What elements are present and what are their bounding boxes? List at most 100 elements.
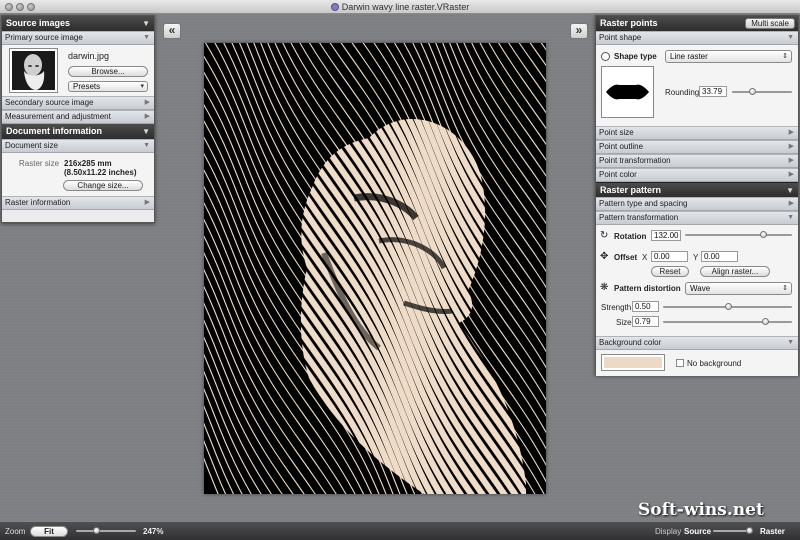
right-panel: Raster points Multi scale Point shape ▼ S… (595, 15, 799, 376)
browse-button[interactable]: Browse... (68, 66, 148, 77)
source-thumbnail[interactable] (9, 48, 58, 93)
rotation-slider-knob[interactable] (760, 231, 768, 238)
status-bar: Zoom Fit 247% Display Source Raster (0, 522, 800, 540)
background-color-swatch[interactable] (601, 354, 665, 371)
size-field[interactable]: 0.79 (632, 316, 659, 327)
raster-image (204, 43, 546, 494)
raster-pattern-header[interactable]: Raster pattern ▼ (596, 182, 798, 197)
rounding-slider[interactable] (732, 88, 792, 95)
rotation-icon: ↻ (600, 230, 609, 241)
pattern-transformation-section[interactable]: Pattern transformation ▼ (596, 211, 798, 225)
offset-x-label: X (642, 253, 648, 262)
expand-arrow-icon: ▼ (786, 186, 794, 195)
background-color-section[interactable]: Background color ▼ (596, 336, 798, 350)
reset-button[interactable]: Reset (651, 266, 689, 277)
strength-field[interactable]: 0.50 (632, 301, 659, 312)
shape-type-label: Shape type (614, 52, 657, 61)
offset-y-label: Y (693, 253, 699, 262)
raster-information-section[interactable]: Raster information ▶ (2, 196, 154, 210)
point-size-section[interactable]: Point size ▶ (596, 126, 798, 140)
portrait-thumbnail-image (12, 51, 55, 90)
size-label: Size (616, 318, 632, 327)
offset-y-field[interactable]: 0.00 (701, 251, 738, 262)
window-title: Darwin wavy line raster.VRaster (0, 2, 800, 12)
multi-scale-button[interactable]: Multi scale (745, 18, 795, 29)
rotation-slider[interactable] (685, 231, 792, 238)
rounding-label: Rounding (665, 88, 700, 97)
collapse-left-panel-button[interactable]: « (163, 23, 181, 39)
left-panel: Source images ▼ Primary source image ▼ dar… (1, 15, 155, 223)
zoom-slider-knob[interactable] (92, 527, 100, 534)
background-color-fill (604, 357, 662, 368)
display-source-label[interactable]: Source (684, 527, 711, 536)
source-file-name: darwin.jpg (68, 51, 110, 61)
raster-line (204, 218, 356, 494)
expand-arrow-icon: ▶ (788, 129, 794, 136)
display-toggle-knob[interactable] (746, 527, 753, 534)
zoom-slider[interactable] (76, 527, 136, 534)
expand-arrow-icon: ▶ (788, 157, 794, 164)
raster-line (518, 43, 546, 83)
document-icon (330, 3, 339, 11)
align-raster-button[interactable]: Align raster... (700, 266, 770, 277)
size-slider[interactable] (663, 318, 792, 325)
collapse-right-panel-button[interactable]: » (570, 23, 588, 39)
offset-x-field[interactable]: 0.00 (651, 251, 688, 262)
dropdown-arrow-icon: ▾ (140, 83, 144, 90)
raster-line-portrait (545, 43, 546, 494)
pattern-type-spacing-section[interactable]: Pattern type and spacing ▶ (596, 197, 798, 211)
strength-slider[interactable] (663, 303, 792, 310)
raster-canvas[interactable] (204, 43, 546, 494)
pattern-transformation-body: ↻ Rotation 132.00 ✥ Offset X 0.00 Y 0.00… (596, 225, 798, 336)
shape-type-radio[interactable] (601, 52, 610, 61)
point-shape-body: Shape type Line raster ⇕ Rounding 33.79 (596, 45, 798, 126)
raster-line (545, 43, 546, 494)
background-color-body: No background (596, 350, 798, 376)
portrait-wave-lines (300, 43, 546, 494)
collapse-arrow-icon: ▼ (143, 142, 150, 149)
source-images-header[interactable]: Source images ▼ (2, 16, 154, 31)
collapse-arrow-icon: ▼ (787, 339, 794, 346)
shape-preview[interactable] (601, 66, 654, 118)
secondary-source-image-section[interactable]: Secondary source image ▶ (2, 96, 154, 110)
raster-points-header[interactable]: Raster points Multi scale (596, 16, 798, 31)
point-outline-section[interactable]: Point outline ▶ (596, 140, 798, 154)
updown-arrow-icon: ⇕ (782, 53, 788, 60)
zoom-value: 247% (143, 527, 164, 536)
no-background-checkbox[interactable] (676, 359, 684, 367)
size-slider-knob[interactable] (761, 318, 769, 325)
zoom-fit-button[interactable]: Fit (30, 526, 68, 537)
measurement-adjustment-section[interactable]: Measurement and adjustment ▶ (2, 110, 154, 124)
pattern-distortion-label: Pattern distortion (614, 284, 681, 293)
presets-select[interactable]: Presets ▾ (68, 81, 148, 92)
point-color-section[interactable]: Point color ▶ (596, 168, 798, 182)
expand-arrow-icon: ▼ (142, 19, 150, 28)
shape-type-select[interactable]: Line raster ⇕ (665, 50, 792, 63)
primary-source-image-section[interactable]: Primary source image ▼ (2, 31, 154, 45)
move-icon: ✥ (600, 251, 609, 262)
title-bar: Darwin wavy line raster.VRaster (0, 0, 800, 14)
rotation-field[interactable]: 132.00 (651, 230, 681, 241)
distortion-icon: ❋ (600, 282, 609, 293)
strength-label: Strength (601, 303, 632, 312)
rounding-field[interactable]: 33.79 (699, 86, 727, 97)
document-size-section[interactable]: Document size ▼ (2, 139, 154, 153)
point-transformation-section[interactable]: Point transformation ▶ (596, 154, 798, 168)
expand-arrow-icon: ▶ (144, 199, 150, 206)
pattern-distortion-select[interactable]: Wave ⇕ (685, 282, 792, 295)
expand-arrow-icon: ▶ (788, 171, 794, 178)
display-toggle-slider[interactable] (713, 527, 753, 534)
display-raster-label[interactable]: Raster (760, 527, 785, 536)
raster-size-label: Raster size (19, 159, 60, 168)
document-size-body: Raster size 216x285 mm (8.50x11.22 inche… (2, 153, 154, 196)
document-information-header[interactable]: Document information ▼ (2, 124, 154, 139)
change-size-button[interactable]: Change size... (63, 180, 143, 191)
point-shape-section[interactable]: Point shape ▼ (596, 31, 798, 45)
raster-size-mm: 216x285 mm (64, 159, 112, 168)
rounding-slider-knob[interactable] (749, 88, 757, 95)
raster-size-inches: (8.50x11.22 inches) (64, 168, 137, 177)
collapse-arrow-icon: ▼ (787, 34, 794, 41)
updown-arrow-icon: ⇕ (782, 285, 788, 292)
strength-slider-knob[interactable] (724, 303, 732, 310)
no-background-label: No background (687, 359, 742, 368)
